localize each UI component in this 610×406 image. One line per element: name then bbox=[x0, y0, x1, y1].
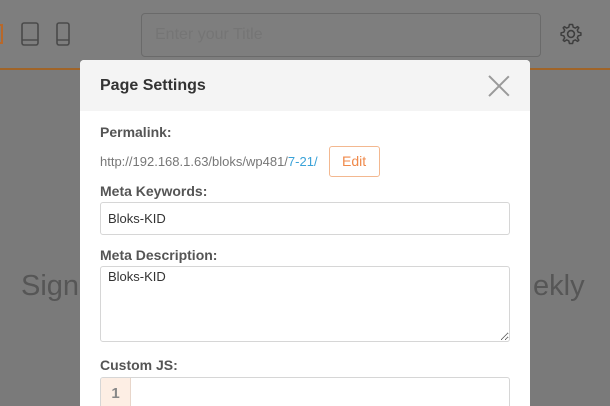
meta-keywords-input[interactable] bbox=[100, 202, 510, 235]
permalink-base-url: http://192.168.1.63/bloks/wp481/ bbox=[100, 153, 288, 169]
close-icon[interactable] bbox=[488, 75, 510, 97]
meta-keywords-label: Meta Keywords: bbox=[100, 183, 208, 199]
permalink-row: http://192.168.1.63/bloks/wp481/7-21/ Ed… bbox=[100, 145, 510, 177]
meta-description-textarea[interactable]: Bloks-KID bbox=[100, 266, 510, 342]
page-settings-modal: Page Settings Permalink: http://192.168.… bbox=[80, 60, 530, 406]
desktop-view-icon[interactable] bbox=[0, 24, 3, 44]
edit-permalink-button[interactable]: Edit bbox=[328, 145, 380, 177]
mobile-icon[interactable] bbox=[56, 22, 70, 46]
background-heading-left: Sign bbox=[21, 270, 80, 302]
page-title-input[interactable] bbox=[141, 13, 541, 57]
background-heading-right: ekly bbox=[533, 270, 585, 302]
custom-js-editor[interactable]: 1 bbox=[100, 377, 510, 406]
custom-js-code-area[interactable] bbox=[131, 378, 509, 406]
permalink-label: Permalink: bbox=[100, 124, 172, 140]
modal-title: Page Settings bbox=[100, 76, 206, 94]
tablet-icon[interactable] bbox=[21, 22, 39, 46]
gear-icon[interactable] bbox=[559, 22, 583, 46]
custom-js-label: Custom JS: bbox=[100, 357, 178, 373]
modal-body: Permalink: http://192.168.1.63/bloks/wp4… bbox=[80, 111, 530, 406]
meta-description-label: Meta Description: bbox=[100, 247, 218, 263]
permalink-slug[interactable]: 7-21/ bbox=[288, 154, 318, 169]
line-number: 1 bbox=[101, 378, 131, 406]
modal-header: Page Settings bbox=[80, 60, 530, 111]
